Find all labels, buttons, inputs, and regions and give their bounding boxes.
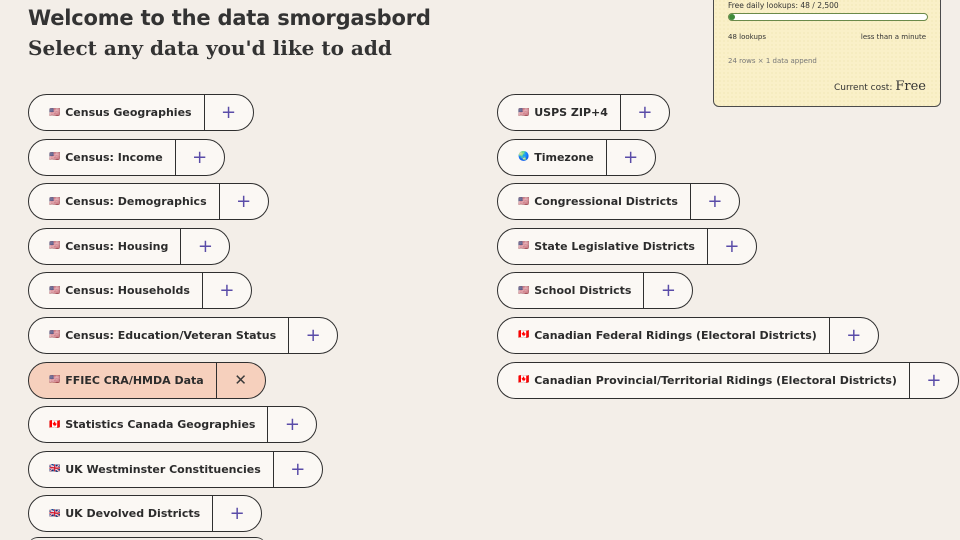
dataset-label-text: USPS ZIP+4 xyxy=(534,106,608,119)
dataset-label-text: Census: Housing xyxy=(65,239,169,253)
dataset-label[interactable]: 🇺🇸 State Legislative Districts xyxy=(498,228,708,264)
dataset-label[interactable]: 🇺🇸 Census Geographies xyxy=(29,95,205,130)
dataset-label-text: Canadian Provincial/Territorial Ridings … xyxy=(534,373,897,387)
dataset-label-text: Census: Education/Veteran Status xyxy=(65,328,277,342)
dataset-pill-uk-westminster-constituencies[interactable]: 🇬🇧 UK Westminster Constituencies + xyxy=(28,450,323,488)
remove-icon[interactable]: ✕ xyxy=(217,363,265,398)
add-icon[interactable]: + xyxy=(621,95,669,130)
current-cost-value: Free xyxy=(895,79,926,94)
dataset-label[interactable]: 🇺🇸 Census: Households xyxy=(29,273,203,309)
lookups-progress-fill xyxy=(729,14,735,20)
add-icon[interactable]: + xyxy=(830,318,878,353)
dataset-label[interactable]: 🇬🇧 UK Westminster Constituencies xyxy=(29,451,274,487)
dataset-label[interactable]: 🇺🇸 FFIEC CRA/HMDA Data xyxy=(29,362,217,398)
add-icon[interactable]: + xyxy=(181,229,229,264)
dataset-pill-canadian-federal-ridings-electoral-districts[interactable]: 🇨🇦 Canadian Federal Ridings (Electoral Di… xyxy=(497,316,879,354)
dataset-pill-congressional-districts[interactable]: 🇺🇸 Congressional Districts + xyxy=(497,183,740,221)
flag-icon: 🇨🇦 xyxy=(518,330,530,341)
add-icon[interactable]: + xyxy=(203,273,251,308)
dataset-label-text: Congressional Districts xyxy=(534,195,678,209)
dataset-label[interactable]: 🇺🇸 School Districts xyxy=(498,273,645,309)
flag-icon: 🇺🇸 xyxy=(49,285,61,296)
flag-icon: 🇨🇦 xyxy=(49,419,61,430)
page-subtitle: Select any data you'd like to add xyxy=(28,36,392,60)
time-estimate: less than a minute xyxy=(860,33,926,41)
dataset-pill-canadian-provincial-territorial-ridings-electoral-districts[interactable]: 🇨🇦 Canadian Provincial/Territorial Riding… xyxy=(497,361,959,399)
flag-icon: 🇺🇸 xyxy=(49,241,61,252)
flag-icon: 🇨🇦 xyxy=(518,375,530,386)
dataset-label[interactable]: 🇺🇸 Census: Income xyxy=(29,139,176,175)
add-icon[interactable]: + xyxy=(176,140,224,175)
add-icon[interactable]: + xyxy=(213,496,261,531)
dataset-pill-census-income[interactable]: 🇺🇸 Census: Income + xyxy=(28,138,225,176)
dataset-label-text: Statistics Canada Geographies xyxy=(65,418,256,432)
dataset-label[interactable]: 🇺🇸 Census: Education/Veteran Status xyxy=(29,317,290,353)
right-dataset-list: 🇺🇸 USPS ZIP+4 + 🌏 Timezone + 🇺🇸 Congressional D… xyxy=(497,94,959,406)
add-icon[interactable]: + xyxy=(691,184,739,219)
add-icon[interactable]: + xyxy=(289,318,337,353)
add-icon[interactable]: + xyxy=(644,273,692,308)
add-icon[interactable]: + xyxy=(268,407,316,442)
flag-icon: 🇺🇸 xyxy=(49,196,61,207)
dataset-label[interactable]: 🇨🇦 Canadian Provincial/Territorial Riding… xyxy=(498,362,910,398)
dataset-pill-census-demographics[interactable]: 🇺🇸 Census: Demographics + xyxy=(28,183,269,221)
add-icon[interactable]: + xyxy=(708,229,756,264)
add-icon[interactable]: + xyxy=(220,184,268,219)
dataset-label[interactable]: 🌏 Timezone xyxy=(498,139,607,175)
dataset-label-text: UK Westminster Constituencies xyxy=(65,462,261,476)
dataset-label-text: UK Devolved Districts xyxy=(65,507,201,521)
dataset-pill-census-education-veteran-status[interactable]: 🇺🇸 Census: Education/Veteran Status + xyxy=(28,316,339,354)
flag-icon: 🇺🇸 xyxy=(518,107,530,118)
dataset-label-text: Census: Demographics xyxy=(65,195,207,209)
dataset-pill-usps-zip-4[interactable]: 🇺🇸 USPS ZIP+4 + xyxy=(497,94,670,131)
lookups-count: 48 lookups xyxy=(728,33,767,41)
dataset-pill-census-households[interactable]: 🇺🇸 Census: Households + xyxy=(28,272,252,310)
flag-icon: 🇺🇸 xyxy=(49,330,61,341)
rows-info: 24 rows × 1 data append xyxy=(728,57,817,65)
dataset-pill-ffiec-cra-hmda-data[interactable]: 🇺🇸 FFIEC CRA/HMDA Data ✕ xyxy=(28,361,266,399)
dataset-pill-census-housing[interactable]: 🇺🇸 Census: Housing + xyxy=(28,227,231,265)
dataset-label-text: Canadian Federal Ridings (Electoral Dist… xyxy=(534,328,817,342)
free-lookups-label: Free daily lookups: 48 / 2,500 xyxy=(728,1,839,10)
left-dataset-list: 🇺🇸 Census Geographies + 🇺🇸 Census: Income + 🇺🇸… xyxy=(28,94,339,540)
dataset-label-text: Census: Income xyxy=(65,150,163,164)
dataset-label[interactable]: 🇺🇸 Congressional Districts xyxy=(498,184,691,220)
add-icon[interactable]: + xyxy=(910,363,958,398)
dataset-pill-statistics-canada-geographies[interactable]: 🇨🇦 Statistics Canada Geographies + xyxy=(28,406,318,444)
dataset-label[interactable]: 🇺🇸 Census: Demographics xyxy=(29,184,220,220)
dataset-label[interactable]: 🇬🇧 UK Devolved Districts xyxy=(29,496,214,532)
flag-icon: 🇺🇸 xyxy=(49,152,61,163)
flag-icon: 🇬🇧 xyxy=(49,508,61,519)
dataset-pill-uk-devolved-districts[interactable]: 🇬🇧 UK Devolved Districts + xyxy=(28,495,263,533)
dataset-pill-state-legislative-districts[interactable]: 🇺🇸 State Legislative Districts + xyxy=(497,227,757,265)
add-icon[interactable]: + xyxy=(274,452,322,487)
flag-icon: 🇺🇸 xyxy=(518,241,530,252)
dataset-pill-timezone[interactable]: 🌏 Timezone + xyxy=(497,138,656,176)
current-cost: Current cost: Free xyxy=(834,79,926,94)
flag-icon: 🇺🇸 xyxy=(518,196,530,207)
dataset-label-text: Census: Households xyxy=(65,284,190,298)
lookups-progress-bar xyxy=(728,13,928,21)
flag-icon: 🇺🇸 xyxy=(518,285,530,296)
add-icon[interactable]: + xyxy=(607,140,655,175)
flag-icon: 🇬🇧 xyxy=(49,464,61,475)
current-cost-label: Current cost: xyxy=(834,83,893,93)
dataset-label[interactable]: 🇨🇦 Statistics Canada Geographies xyxy=(29,407,269,443)
flag-icon: 🌏 xyxy=(518,152,530,163)
cost-panel: Free daily lookups: 48 / 2,500 48 lookup… xyxy=(713,0,941,107)
flag-icon: 🇺🇸 xyxy=(49,375,61,386)
dataset-label-text: FFIEC CRA/HMDA Data xyxy=(65,373,204,387)
dataset-label-text: State Legislative Districts xyxy=(534,239,695,253)
dataset-label-text: Timezone xyxy=(534,150,594,164)
dataset-label-text: School Districts xyxy=(534,284,632,298)
dataset-pill-census-geographies[interactable]: 🇺🇸 Census Geographies + xyxy=(28,94,254,131)
dataset-label[interactable]: 🇨🇦 Canadian Federal Ridings (Electoral Di… xyxy=(498,317,830,353)
dataset-label-text: Census Geographies xyxy=(65,106,192,119)
page-title: Welcome to the data smorgasbord xyxy=(28,6,431,30)
dataset-label[interactable]: 🇺🇸 Census: Housing xyxy=(29,228,182,264)
dataset-label[interactable]: 🇺🇸 USPS ZIP+4 xyxy=(498,95,621,130)
flag-icon: 🇺🇸 xyxy=(49,107,61,118)
add-icon[interactable]: + xyxy=(205,95,253,130)
dataset-pill-school-districts[interactable]: 🇺🇸 School Districts + xyxy=(497,272,694,310)
